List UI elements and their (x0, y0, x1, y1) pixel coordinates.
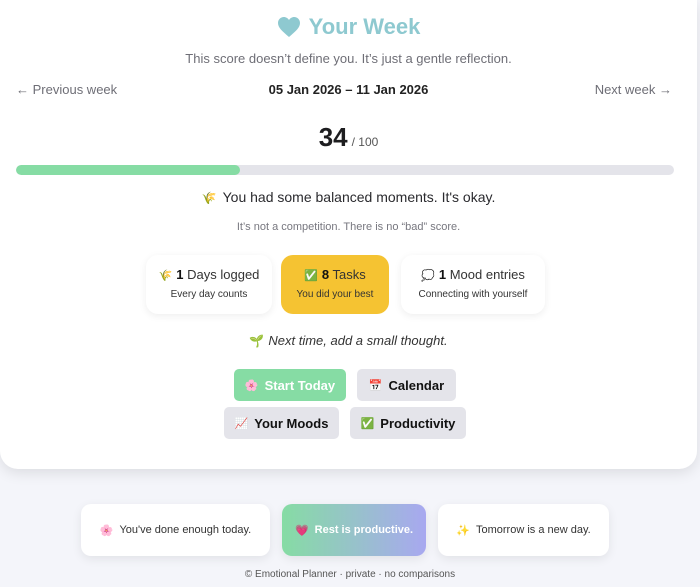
sparkles-icon: ✨ (456, 524, 470, 537)
productivity-label: Productivity (380, 415, 456, 431)
start-today-label: Start Today (264, 377, 336, 393)
next-week-link[interactable]: Next week → (595, 82, 672, 97)
affirmation-card: ✨ Tomorrow is a new day. (438, 504, 609, 556)
heart-icon (277, 17, 300, 37)
weekly-summary-card: Your Week This score doesn’t define you.… (0, 0, 697, 469)
affirmation-card: 💗 Rest is productive. (282, 504, 426, 556)
productivity-button[interactable]: ✅ Productivity (350, 407, 466, 439)
calendar-icon: 📅 (368, 379, 383, 392)
tasks-count: 8 (321, 267, 330, 282)
days-sub: Every day counts (170, 289, 248, 300)
affirmation-text: Rest is productive. (314, 524, 414, 536)
your-moods-button[interactable]: 📈 Your Moods (224, 407, 339, 439)
score-progress-bar (16, 165, 674, 175)
mood-label: Mood entries (449, 267, 525, 282)
page-subtitle: This score doesn’t define you. It’s just… (185, 51, 512, 66)
score-value: 34 (318, 122, 348, 152)
hint-text-row: 🌱 Next time, add a small thought. (0, 333, 697, 348)
affirmation-text: You've done enough today. (119, 524, 252, 536)
seedling-icon: 🌱 (249, 334, 265, 348)
thought-bubble-icon: 💭 (421, 270, 435, 282)
score-message-text: You had some balanced moments. It's okay… (222, 189, 496, 205)
tasks-label: Tasks (332, 267, 366, 282)
mood-sub: Connecting with yourself (418, 289, 528, 300)
stat-tasks: ✅ 8 Tasks You did your best (281, 255, 389, 314)
title-row: Your Week (0, 14, 697, 40)
page-title: Your Week (308, 14, 421, 39)
score-message: 🌾 You had some balanced moments. It's oka… (0, 189, 697, 205)
mood-count: 1 (438, 267, 447, 282)
heart-icon: 💗 (294, 524, 309, 537)
days-label: Days logged (187, 267, 260, 282)
start-today-button[interactable]: 🌸 Start Today (234, 369, 346, 401)
grass-icon: 🌾 (201, 191, 217, 205)
grass-icon: 🌾 (158, 270, 173, 282)
score-max: / 100 (351, 135, 379, 149)
check-icon: ✅ (360, 417, 375, 430)
check-icon: ✅ (304, 270, 318, 282)
your-moods-label: Your Moods (254, 415, 329, 431)
score-row: 34/ 100 (0, 122, 697, 153)
stat-days-logged: 🌾 1 Days logged Every day counts (146, 255, 272, 314)
flower-icon: 🌸 (244, 379, 259, 392)
affirmation-card: 🌸 You've done enough today. (81, 504, 270, 556)
previous-week-link[interactable]: ← Previous week (16, 82, 117, 97)
stat-mood-entries: 💭 1 Mood entries Connecting with yourself (401, 255, 545, 314)
tasks-sub: You did your best (296, 289, 374, 300)
days-count: 1 (176, 267, 184, 282)
score-progress-fill (16, 165, 240, 175)
affirmation-text: Tomorrow is a new day. (475, 524, 591, 536)
copyright: © Emotional Planner · private · no compa… (244, 569, 456, 580)
competition-note: It’s not a competition. There is no “bad… (236, 221, 461, 233)
hint-text: Next time, add a small thought. (268, 333, 448, 348)
calendar-label: Calendar (388, 377, 445, 393)
chart-icon: 📈 (234, 417, 249, 430)
calendar-button[interactable]: 📅 Calendar (357, 369, 456, 401)
flower-icon: 🌸 (99, 524, 114, 537)
